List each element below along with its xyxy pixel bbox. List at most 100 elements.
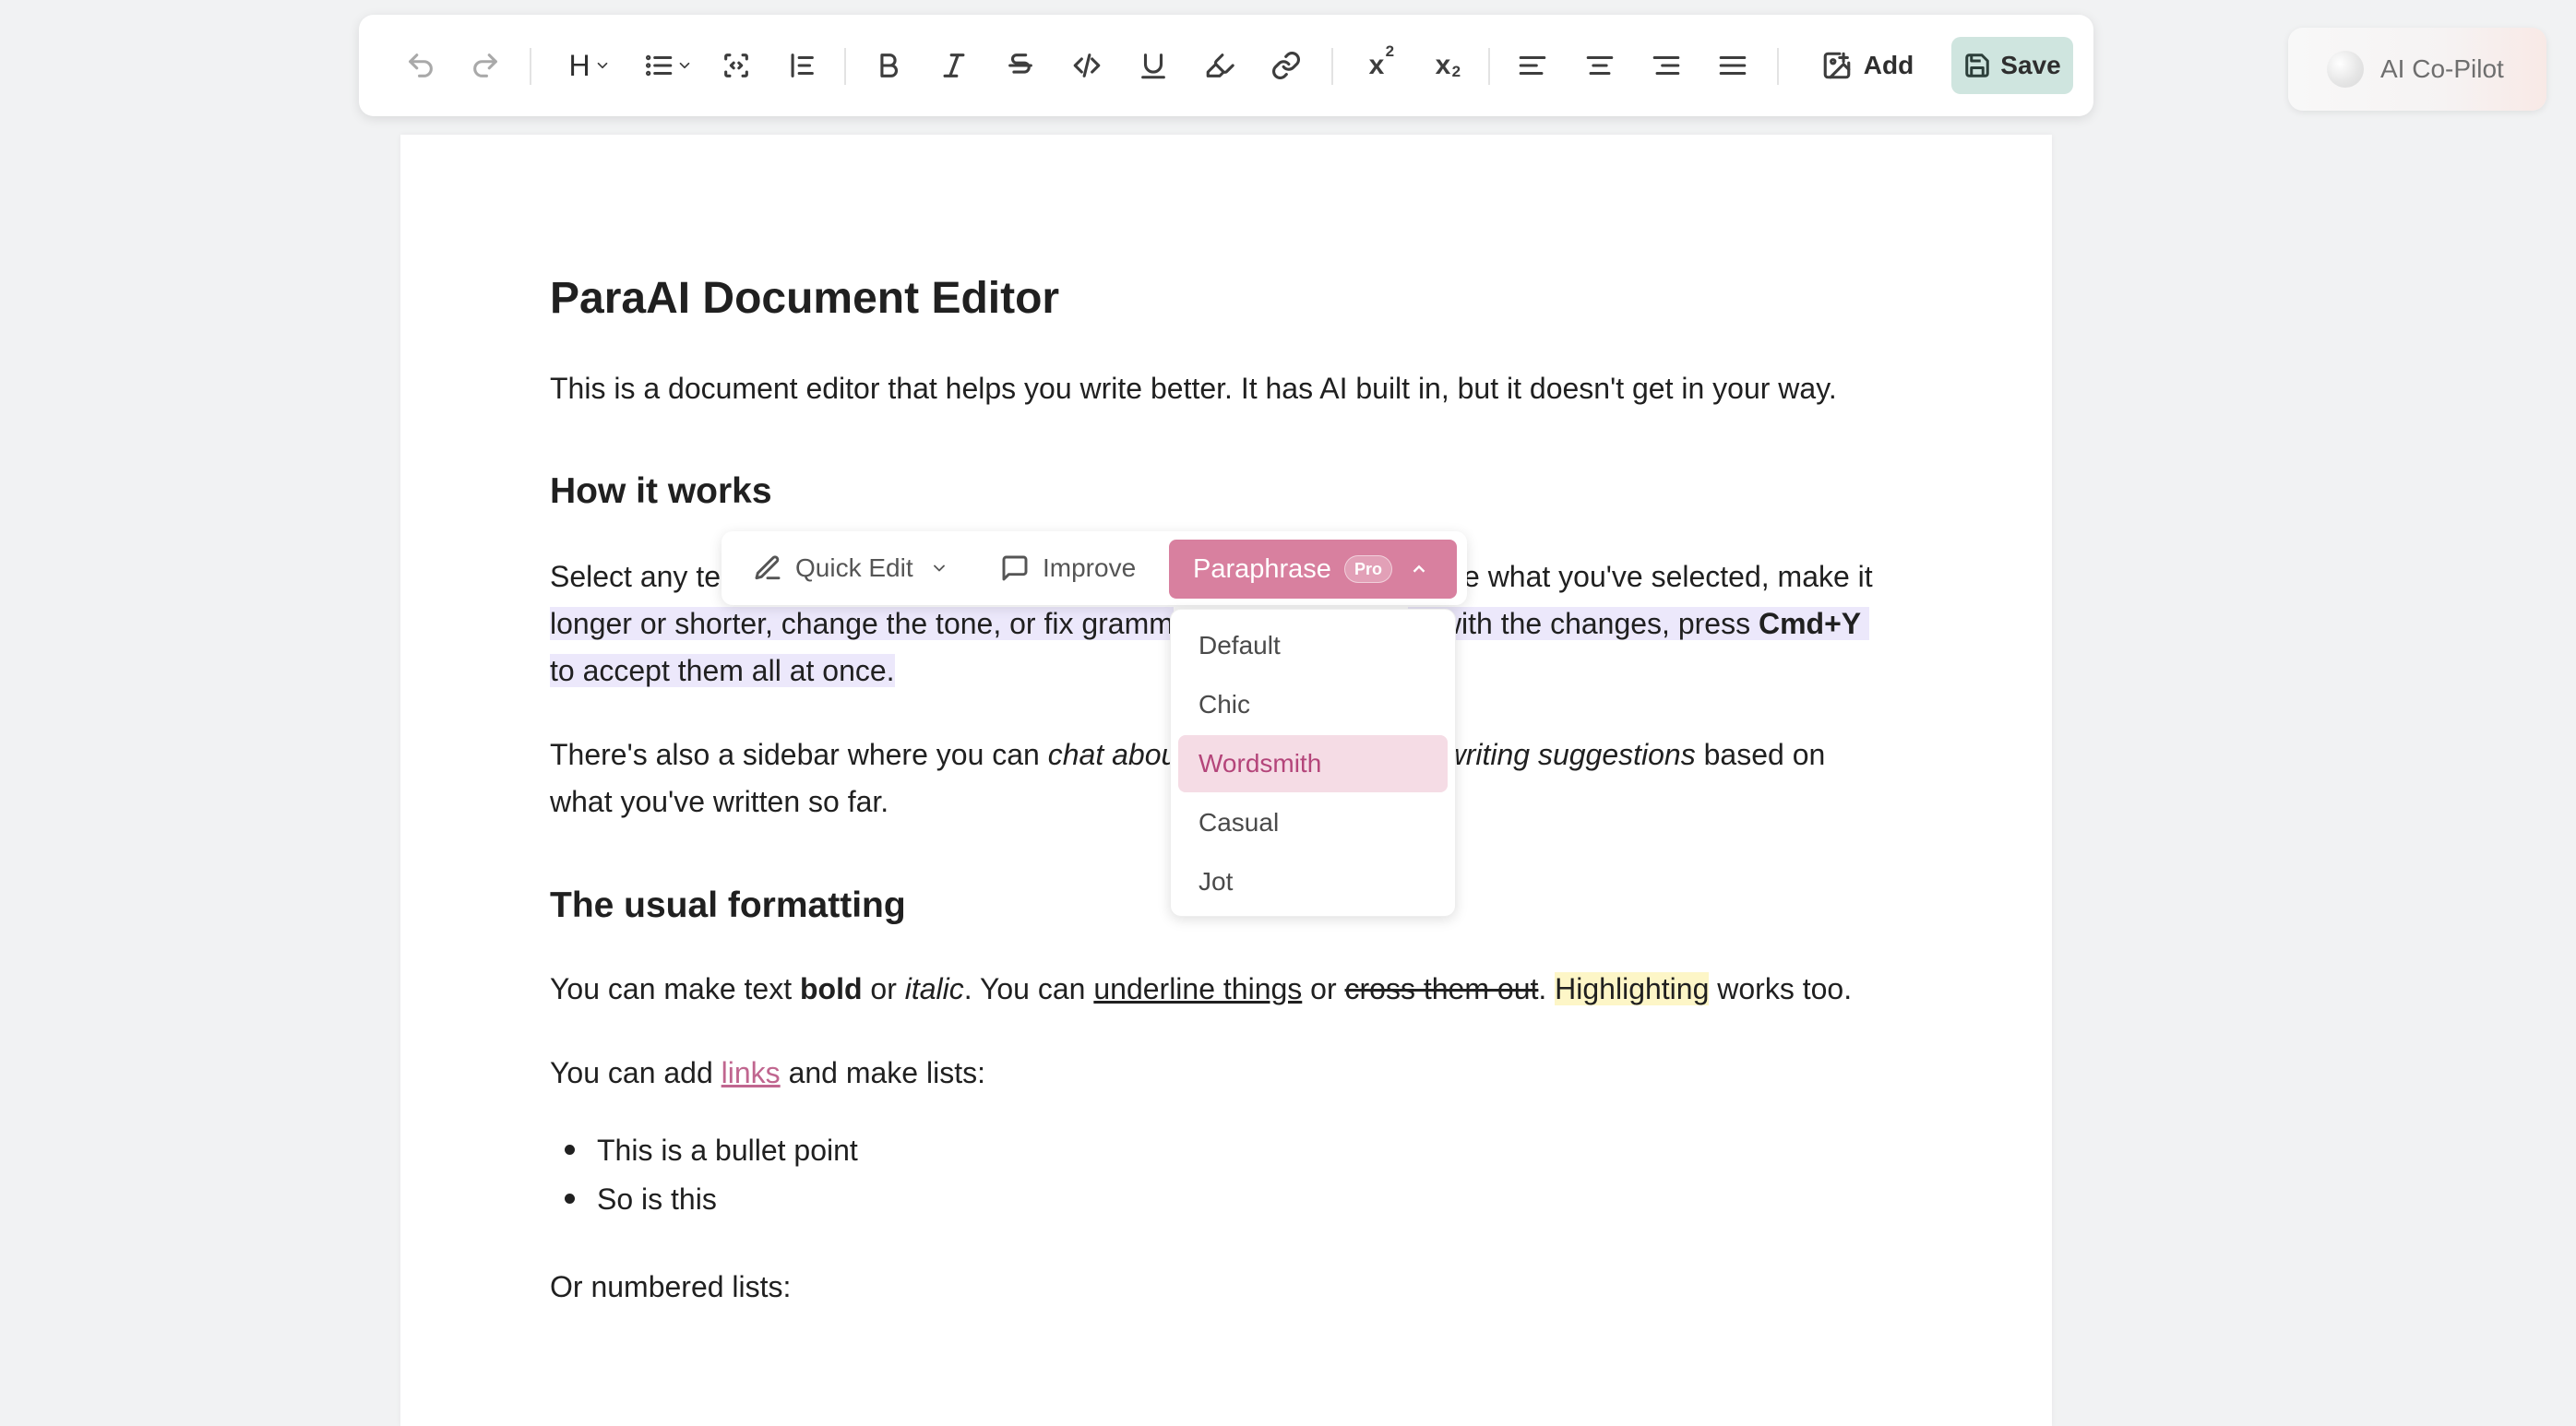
selected-text-line: longer or shorter, change the tone, or f… [550,600,1174,648]
code-icon [1073,53,1101,77]
list-item: This is a bullet point [565,1127,858,1174]
style-option-wordsmith[interactable]: Wordsmith [1178,735,1448,792]
blockquote-icon [791,53,814,77]
save-button[interactable]: Save [1951,37,2073,94]
superscript-button[interactable]: x2 [1354,15,1400,116]
add-image-button[interactable]: Add [1807,15,1927,116]
toolbar-divider [1331,48,1333,85]
text-span: or [1302,972,1345,1005]
inline-code-button[interactable] [1064,15,1110,116]
text-span: e what you've selected, make it [1463,560,1873,593]
text-span: You can add [550,1056,722,1089]
align-right-button[interactable] [1643,15,1689,116]
toolbar-divider [1488,48,1490,85]
align-justify-icon [1719,55,1747,76]
selected-text-line: to accept them all at once. [550,648,895,695]
strikethrough-text: cross them out [1344,972,1539,1005]
code-block-button[interactable] [713,15,759,116]
text-span: y with the changes, press [1417,607,1759,640]
highlight-button[interactable] [1197,15,1243,116]
list-icon [645,54,673,77]
undo-button[interactable] [398,15,444,116]
italic-button[interactable] [931,15,977,116]
paragraph-line: There's also a sidebar where you can cha… [550,731,1177,778]
text-span: works too. [1709,972,1853,1005]
style-option-casual[interactable]: Casual [1178,794,1448,851]
underlined-text: underline things [1093,972,1303,1005]
text-span: You can make text [550,972,800,1005]
paraphrase-style-dropdown: Default Chic Wordsmith Casual Jot [1170,609,1456,917]
chevron-down-icon [679,62,690,69]
save-icon [1965,53,1990,77]
pro-badge: Pro [1343,555,1392,583]
ai-bubble-menu: Quick Edit Improve Paraphrase Pro [722,531,1467,605]
align-center-icon [1586,55,1614,76]
quick-edit-label: Quick Edit [795,553,913,582]
align-center-button[interactable] [1577,15,1623,116]
image-plus-icon [1823,52,1851,79]
chevron-down-icon [933,564,945,572]
paragraph-line: Select any te [550,553,721,600]
underline-button[interactable] [1130,15,1176,116]
paragraph-line: e what you've selected, make it [1463,553,1873,600]
pencil-icon [755,555,781,580]
add-label: Add [1863,51,1914,79]
redo-button[interactable] [462,15,508,116]
italic-icon [943,53,965,77]
style-option-chic[interactable]: Chic [1178,676,1448,733]
blockquote-button[interactable] [779,15,825,116]
bold-text: Cmd+Y [1758,607,1862,640]
subscript-button[interactable]: x2 [1420,15,1466,116]
italic-text: italic [904,972,964,1005]
strikethrough-button[interactable] [997,15,1044,116]
chevron-down-icon [597,62,607,69]
selected-text: to accept them all at once. [550,654,895,687]
text-span: . You can [963,972,1094,1005]
selected-text-line: y with the changes, press Cmd+Y [1408,600,1869,648]
align-justify-button[interactable] [1710,15,1756,116]
highlighted-text: Highlighting [1555,972,1710,1005]
copilot-orb-icon [2327,51,2364,88]
italic-text: chat abou [1047,738,1178,771]
text-span: Select any te [550,560,721,593]
italic-text: writing suggestions [1444,738,1696,771]
document-title: ParaAI Document Editor [550,274,1060,323]
paraphrase-button[interactable]: Paraphrase Pro [1169,540,1457,599]
text-span: There's also a sidebar where you can [550,738,1048,771]
toolbar-divider [530,48,531,85]
paragraph-line: what you've written so far. [550,785,889,818]
list-dropdown-button[interactable] [636,15,700,116]
inline-link[interactable]: links [722,1056,781,1089]
text-span: or [862,972,905,1005]
bold-button[interactable] [865,15,912,116]
toolbar-divider [844,48,846,85]
improve-button[interactable]: Improve [1000,541,1136,596]
paraphrase-label: Paraphrase [1193,553,1331,584]
subscript-icon: x2 [1435,50,1461,80]
text-span: and make lists: [780,1056,985,1089]
numbered-list-intro: Or numbered lists: [550,1270,792,1303]
quick-edit-button[interactable]: Quick Edit [753,541,948,596]
message-square-icon [1002,555,1028,581]
section-heading-formatting: The usual formatting [550,885,906,925]
paragraph-line: et writing suggestions based on [1412,731,1825,778]
link-button[interactable] [1263,15,1309,116]
bold-text: bold [799,972,863,1005]
text-span: . [1538,972,1556,1005]
highlighter-icon [1206,53,1234,77]
undo-icon [409,53,433,77]
list-item-text: So is this [597,1182,717,1216]
toolbar-divider [1777,48,1779,85]
style-option-default[interactable]: Default [1178,617,1448,674]
align-left-icon [1519,55,1546,76]
ai-copilot-button[interactable]: AI Co-Pilot [2288,28,2546,111]
selected-text: y with the changes, press Cmd+Y [1408,607,1869,640]
heading-dropdown-button[interactable]: H [562,15,617,116]
chevron-up-icon [1413,564,1425,573]
bold-icon [880,53,898,77]
redo-icon [473,53,497,77]
align-left-button[interactable] [1509,15,1556,116]
underline-icon [1141,53,1165,79]
list-item-text: This is a bullet point [597,1134,858,1167]
style-option-jot[interactable]: Jot [1178,853,1448,910]
